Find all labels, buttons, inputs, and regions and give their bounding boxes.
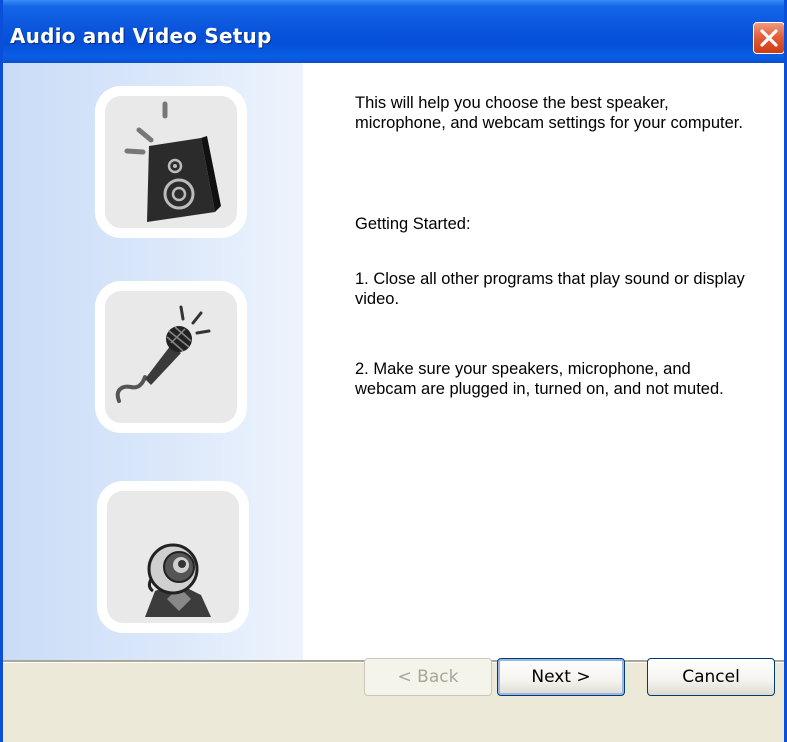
webcam-tile — [97, 481, 249, 633]
speaker-icon — [124, 101, 221, 222]
microphone-tile — [95, 281, 247, 433]
setup-dialog: Audio and Video Setup This will help you… — [0, 0, 787, 742]
getting-started-heading: Getting Started: — [355, 215, 471, 233]
window-title: Audio and Video Setup — [10, 24, 272, 48]
back-button[interactable]: < Back — [364, 658, 492, 696]
content-panel: This will help you choose the best speak… — [303, 63, 784, 660]
intro-text: This will help you choose the best speak… — [355, 94, 743, 132]
microphone-icon — [115, 305, 211, 403]
speaker-tile — [95, 86, 247, 238]
title-bar[interactable]: Audio and Video Setup — [3, 0, 784, 63]
step-2-text: 2. Make sure your speakers, microphone, … — [355, 360, 724, 398]
close-icon — [760, 29, 778, 47]
cancel-button[interactable]: Cancel — [647, 658, 775, 696]
close-button[interactable] — [753, 22, 784, 54]
step-1-text: 1. Close all other programs that play so… — [355, 270, 745, 308]
webcam-icon — [145, 543, 211, 617]
illustration-panel — [3, 63, 303, 660]
next-button[interactable]: Next > — [497, 658, 625, 696]
